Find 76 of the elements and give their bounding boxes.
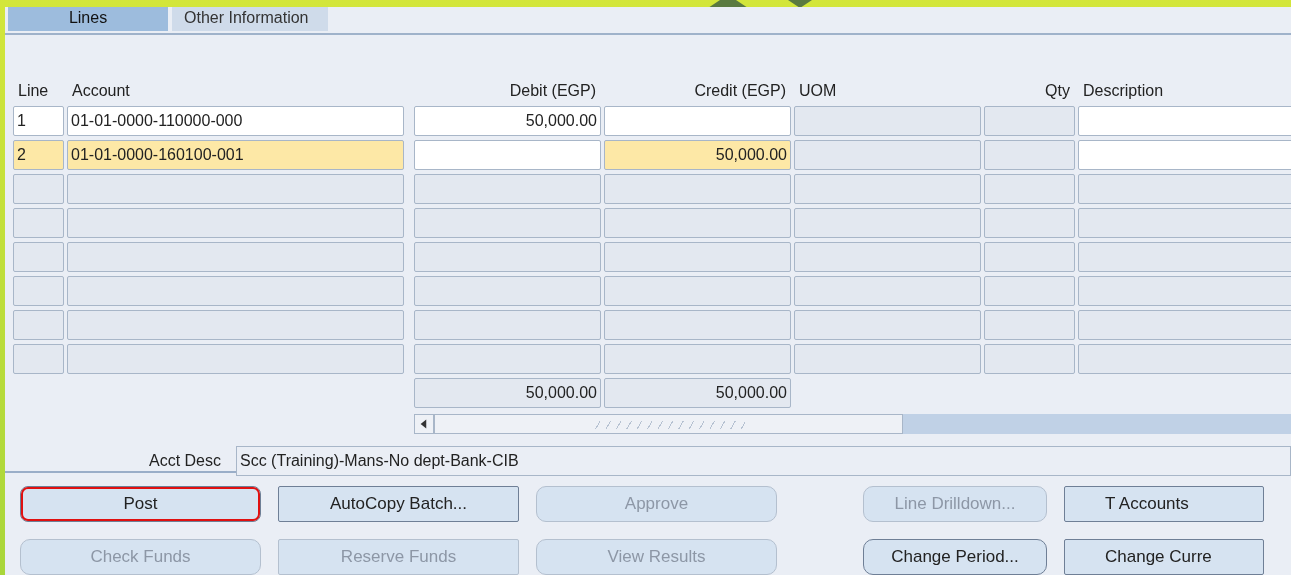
column-header: Credit (EGP) <box>693 81 787 101</box>
description-field[interactable] <box>1078 276 1291 306</box>
uom-field[interactable] <box>794 174 981 204</box>
action-button[interactable]: T Accounts <box>1064 486 1264 522</box>
line-field[interactable]: 2 <box>13 140 64 170</box>
qty-field[interactable] <box>984 208 1075 238</box>
debit-field[interactable] <box>414 208 601 238</box>
credit-field[interactable] <box>604 106 791 136</box>
debit-field[interactable] <box>414 140 601 170</box>
debit-field[interactable]: 50,000.00 <box>414 106 601 136</box>
action-button[interactable]: Change Period... <box>863 539 1047 575</box>
credit-total-field: 50,000.00 <box>604 378 791 408</box>
qty-field[interactable] <box>984 106 1075 136</box>
column-header: Line <box>17 81 50 101</box>
debit-field[interactable] <box>414 344 601 374</box>
line-field[interactable] <box>13 310 64 340</box>
uom-field[interactable] <box>794 310 981 340</box>
uom-field[interactable] <box>794 140 981 170</box>
column-header: Qty <box>1044 81 1071 101</box>
scrollbar-thumb[interactable] <box>434 414 903 434</box>
uom-field[interactable] <box>794 344 981 374</box>
account-field[interactable]: 01-01-0000-110000-000 <box>67 106 404 136</box>
description-field[interactable] <box>1078 140 1291 170</box>
description-field[interactable] <box>1078 174 1291 204</box>
qty-field[interactable] <box>984 174 1075 204</box>
debit-field[interactable] <box>414 310 601 340</box>
description-field[interactable] <box>1078 344 1291 374</box>
account-field[interactable] <box>67 276 404 306</box>
qty-field[interactable] <box>984 242 1075 272</box>
qty-field[interactable] <box>984 276 1075 306</box>
credit-field[interactable] <box>604 242 791 272</box>
description-field[interactable] <box>1078 242 1291 272</box>
line-field[interactable] <box>13 242 64 272</box>
debit-field[interactable] <box>414 276 601 306</box>
account-field[interactable] <box>67 310 404 340</box>
qty-field[interactable] <box>984 344 1075 374</box>
description-field[interactable] <box>1078 208 1291 238</box>
uom-field[interactable] <box>794 276 981 306</box>
credit-field[interactable] <box>604 208 791 238</box>
debit-field[interactable] <box>414 242 601 272</box>
credit-field[interactable] <box>604 276 791 306</box>
acct-desc-label: Acct Desc <box>148 452 221 470</box>
debit-total-field: 50,000.00 <box>414 378 601 408</box>
column-header: Description <box>1082 81 1165 101</box>
qty-field[interactable] <box>984 140 1075 170</box>
column-header: Debit (EGP) <box>508 81 597 101</box>
action-button[interactable]: Post <box>20 486 261 522</box>
qty-field[interactable] <box>984 310 1075 340</box>
tab[interactable]: Other Information <box>172 7 328 31</box>
line-field[interactable]: 1 <box>13 106 64 136</box>
action-button[interactable]: Change Curre <box>1064 539 1264 575</box>
line-field[interactable] <box>13 174 64 204</box>
uom-field[interactable] <box>794 106 981 136</box>
credit-field[interactable] <box>604 344 791 374</box>
column-header: Account <box>71 81 131 101</box>
acct-desc-field: Scc (Training)-Mans-No dept-Bank-CIB <box>236 446 1291 476</box>
line-field[interactable] <box>13 208 64 238</box>
uom-field[interactable] <box>794 208 981 238</box>
description-field[interactable] <box>1078 310 1291 340</box>
credit-field[interactable] <box>604 310 791 340</box>
account-field[interactable]: 01-01-0000-160100-001 <box>67 140 404 170</box>
horizontal-scrollbar[interactable] <box>414 414 1291 434</box>
account-field[interactable] <box>67 242 404 272</box>
account-field[interactable] <box>67 208 404 238</box>
credit-field[interactable] <box>604 174 791 204</box>
debit-field[interactable] <box>414 174 601 204</box>
action-button[interactable]: AutoCopy Batch... <box>278 486 519 522</box>
account-field[interactable] <box>67 344 404 374</box>
description-field[interactable] <box>1078 106 1291 136</box>
tab[interactable]: Lines <box>8 7 168 31</box>
line-field[interactable] <box>13 344 64 374</box>
line-field[interactable] <box>13 276 64 306</box>
account-field[interactable] <box>67 174 404 204</box>
uom-field[interactable] <box>794 242 981 272</box>
credit-field[interactable]: 50,000.00 <box>604 140 791 170</box>
column-header: UOM <box>798 81 838 101</box>
